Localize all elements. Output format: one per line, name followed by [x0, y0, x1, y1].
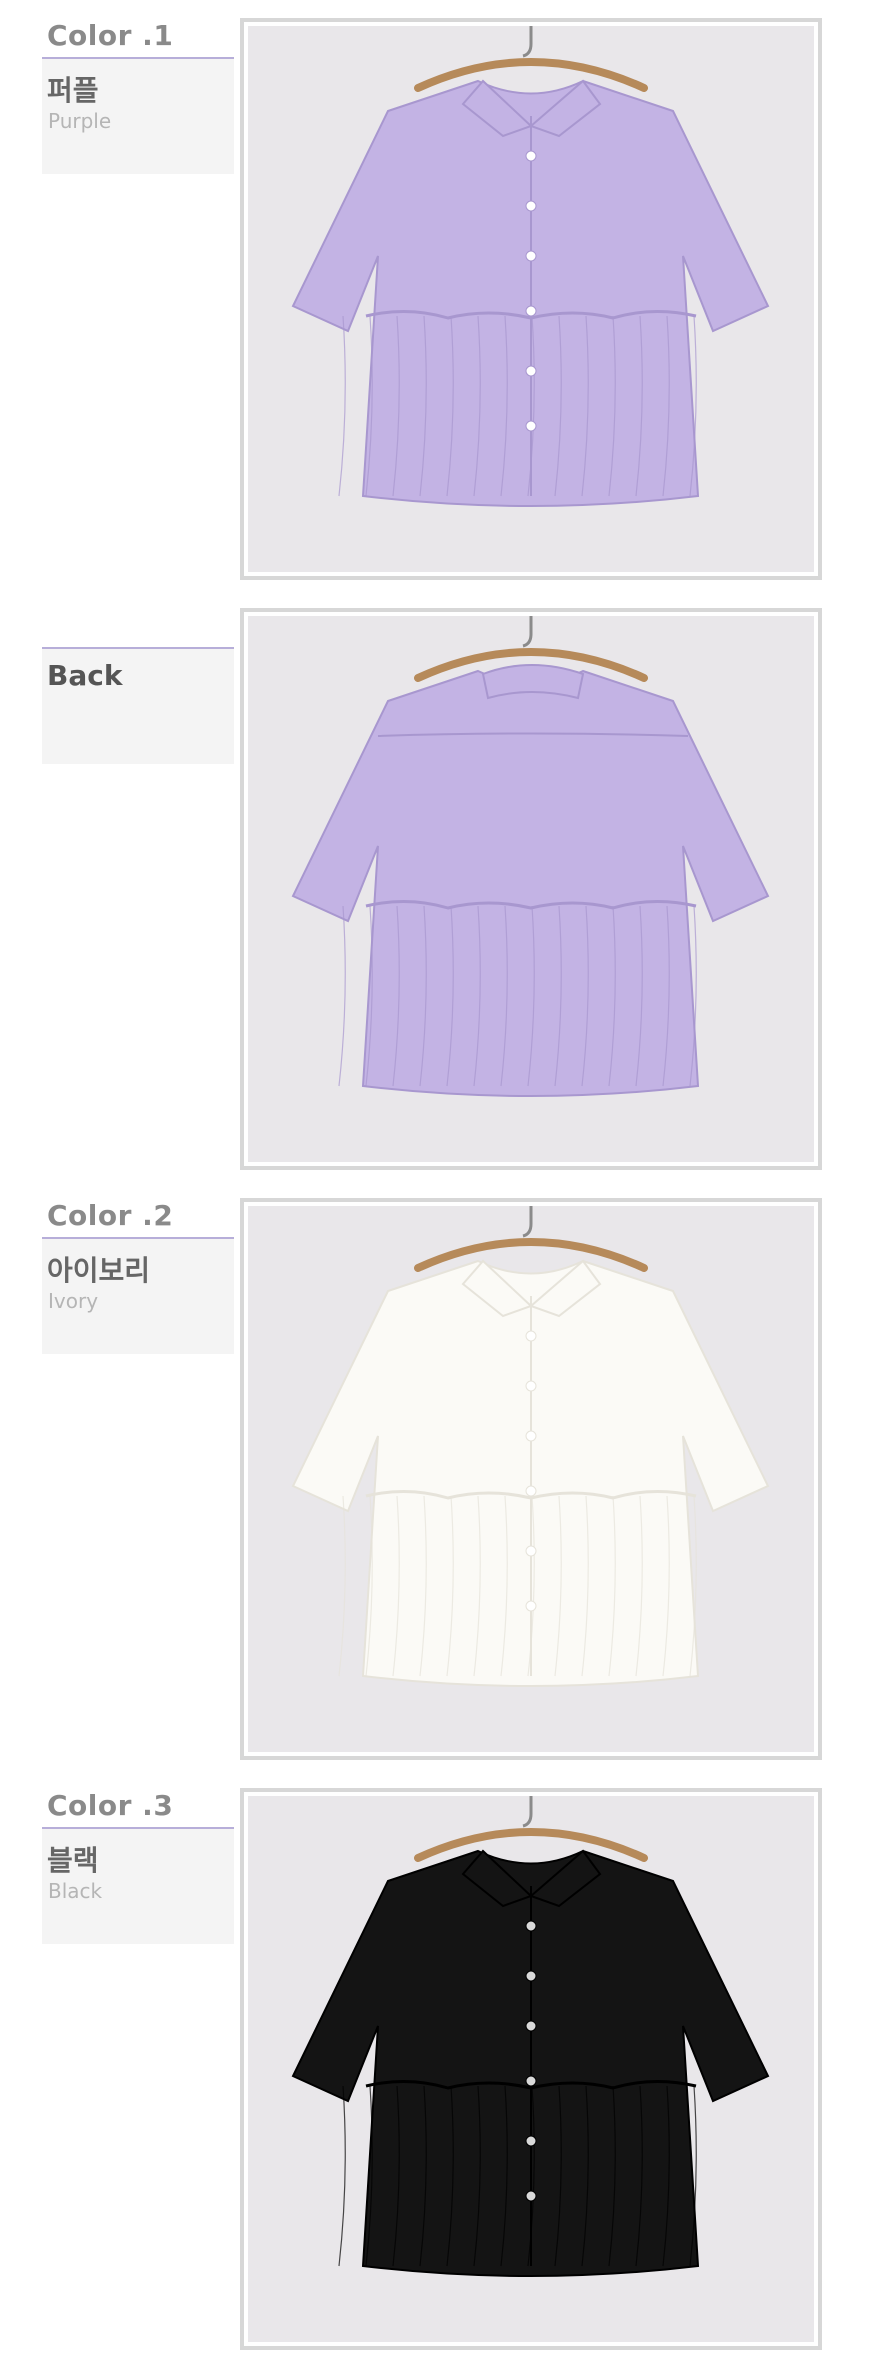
shirt-button-icon: [525, 1485, 537, 1497]
shirt-button-icon: [525, 2135, 537, 2147]
shirt-button-icon: [525, 1430, 537, 1442]
back-view-label: Back: [47, 659, 123, 692]
shirt-button-icon: [525, 420, 537, 432]
color-name-korean: 블랙: [47, 1844, 99, 1877]
color-heading-bar: Color .1: [42, 17, 234, 59]
product-photo-frame: [240, 1788, 822, 2350]
color-heading: Color .3: [47, 1789, 174, 1822]
shirt-button-icon: [525, 1920, 537, 1932]
shirt-button-icon: [525, 200, 537, 212]
color-heading-bar: Color .3: [42, 1787, 234, 1829]
color-name-english: Purple: [48, 109, 112, 133]
color-name-korean: 퍼플: [47, 74, 99, 107]
product-photo-purple-front: [248, 26, 814, 572]
color-name-english: Black: [48, 1879, 103, 1903]
product-photo-purple-back: [248, 616, 814, 1162]
shirt-button-icon: [525, 2190, 537, 2202]
back-heading-bar: [42, 607, 234, 649]
product-photo-black-front: [248, 1796, 814, 2342]
shirt-button-icon: [525, 1970, 537, 1982]
shirt-button-icon: [525, 305, 537, 317]
shirt-button-icon: [525, 2075, 537, 2087]
shirt-button-icon: [525, 1545, 537, 1557]
color-label-panel: Color .3 블랙 Black: [42, 1787, 234, 1944]
color-heading-bar: Color .2: [42, 1197, 234, 1239]
shirt-button-icon: [525, 1600, 537, 1612]
product-photo-frame: [240, 608, 822, 1170]
color-section-purple: Color .1 퍼플 Purple: [0, 0, 870, 590]
back-label-panel: Back: [42, 607, 234, 764]
color-section-ivory: Color .2 아이보리 Ivory: [0, 1180, 870, 1770]
color-heading: Color .1: [47, 19, 174, 52]
shirt-button-icon: [525, 150, 537, 162]
color-name-korean: 아이보리: [47, 1254, 151, 1287]
shirt-button-icon: [525, 1330, 537, 1342]
color-heading: Color .2: [47, 1199, 174, 1232]
color-section-black: Color .3 블랙 Black: [0, 1770, 870, 2360]
color-name-english: Ivory: [48, 1289, 99, 1313]
shirt-button-icon: [525, 2020, 537, 2032]
shirt-button-icon: [525, 250, 537, 262]
shirt-button-icon: [525, 1380, 537, 1392]
back-view-section: Back: [0, 590, 870, 1180]
product-photo-ivory-front: [248, 1206, 814, 1752]
product-photo-frame: [240, 18, 822, 580]
shirt-button-icon: [525, 365, 537, 377]
product-photo-frame: [240, 1198, 822, 1760]
color-label-panel: Color .2 아이보리 Ivory: [42, 1197, 234, 1354]
color-label-panel: Color .1 퍼플 Purple: [42, 17, 234, 174]
